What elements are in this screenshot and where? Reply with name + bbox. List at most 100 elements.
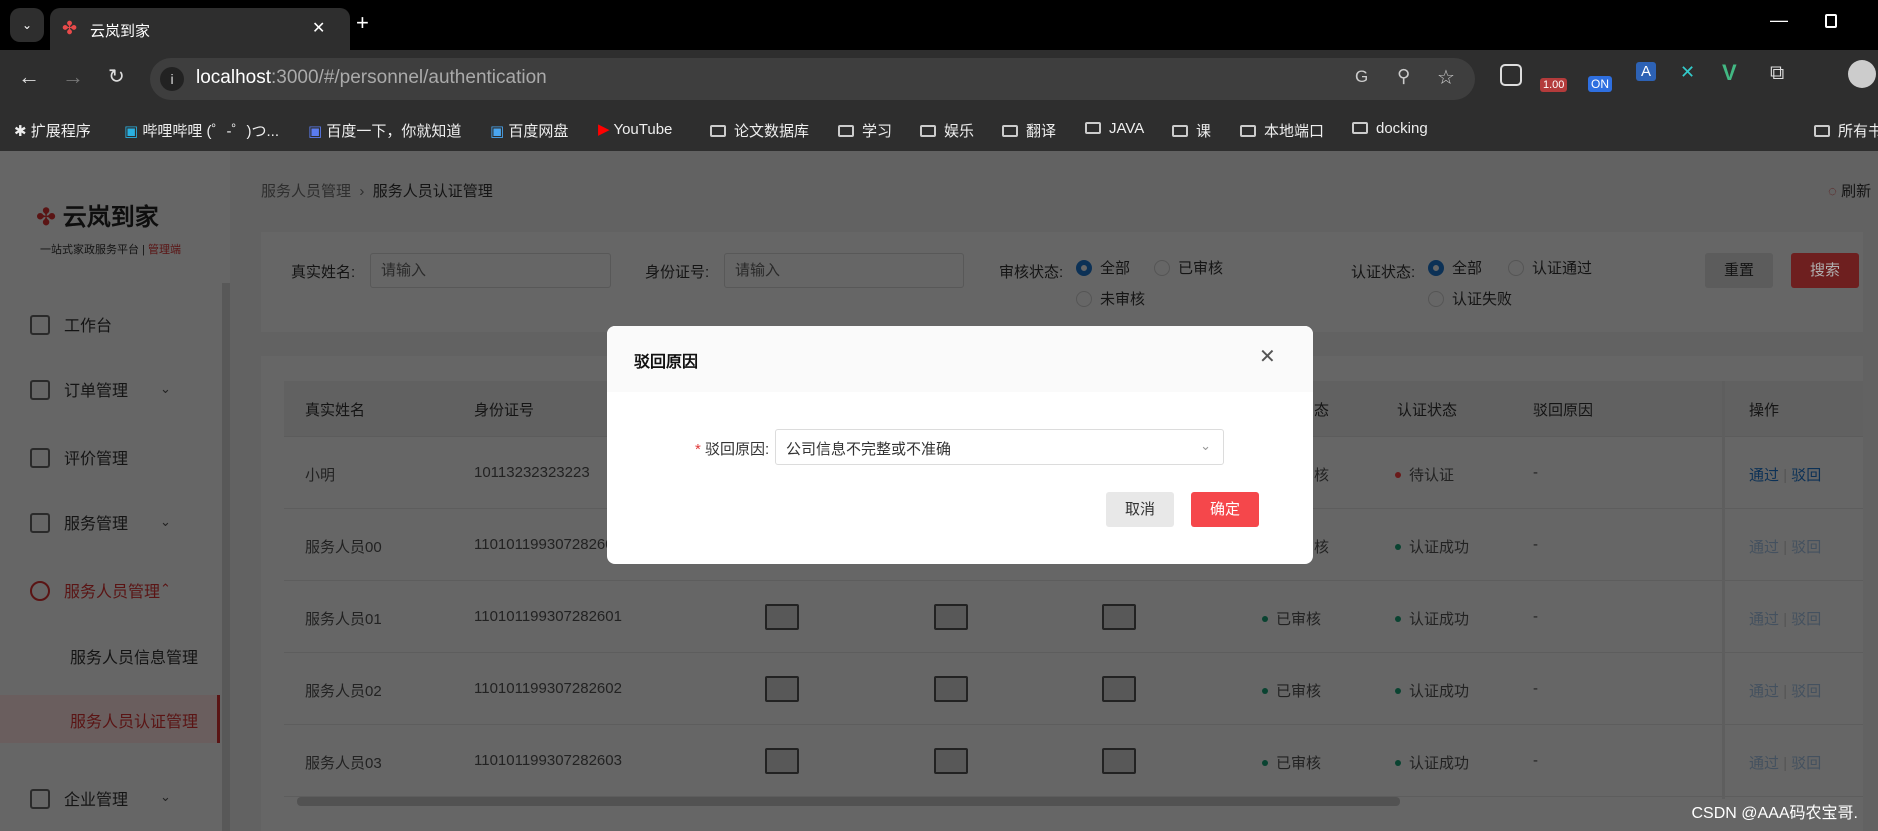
zoom-icon[interactable]: ⚲ xyxy=(1397,66,1410,87)
id-card-thumbnail[interactable] xyxy=(1102,604,1136,630)
sidebar-item-enterprise[interactable]: 企业管理 xyxy=(30,786,128,810)
bookmark-folder[interactable]: JAVA xyxy=(1085,120,1144,137)
breadcrumb-parent[interactable]: 服务人员管理 xyxy=(261,183,351,200)
audit-radio-all[interactable]: 全部 xyxy=(1076,257,1130,278)
reset-button[interactable]: 重置 xyxy=(1705,253,1773,288)
cert-radio-failed[interactable]: 认证失败 xyxy=(1428,288,1512,309)
bookmark-folder[interactable]: 论文数据库 xyxy=(710,120,809,141)
id-card-thumbnail[interactable] xyxy=(934,676,968,702)
cell-cert-status: 认证成功 xyxy=(1395,608,1469,629)
close-tab-icon[interactable]: ✕ xyxy=(312,18,325,38)
address-bar[interactable]: i localhost:3000/#/personnel/authenticat… xyxy=(150,58,1475,100)
id-filter-input[interactable] xyxy=(724,253,964,288)
ext-badge-on[interactable]: ON xyxy=(1588,76,1612,92)
browser-tab[interactable]: ✤ 云岚到家 ✕ xyxy=(50,8,350,50)
audit-radio-audited[interactable]: 已审核 xyxy=(1154,257,1223,278)
cancel-button[interactable]: 取消 xyxy=(1106,492,1174,527)
vue-devtools-icon[interactable]: V xyxy=(1722,60,1737,86)
url-text: localhost:3000/#/personnel/authenticatio… xyxy=(196,67,547,89)
id-card-thumbnail[interactable] xyxy=(1102,748,1136,774)
ext-icon-1[interactable] xyxy=(1500,64,1522,86)
sidebar-subitem-personnel-auth[interactable]: 服务人员认证管理 xyxy=(70,708,198,732)
translate-ext-icon[interactable]: A xyxy=(1636,62,1657,81)
reject-reason-select[interactable]: 公司信息不完整或不准确 ⌄ xyxy=(775,429,1224,465)
bookmark-folder[interactable]: 课 xyxy=(1172,120,1211,141)
minimize-icon[interactable]: — xyxy=(1770,10,1788,31)
bookmark-folder[interactable]: docking xyxy=(1352,120,1428,137)
pass-link[interactable]: 通过 xyxy=(1749,539,1779,556)
fixed-column-shadow xyxy=(1722,381,1725,799)
sidebar-item-services[interactable]: 服务管理 xyxy=(30,510,128,534)
name-filter-input[interactable] xyxy=(370,253,611,288)
reject-link[interactable]: 驳回 xyxy=(1791,755,1821,772)
id-card-thumbnail[interactable] xyxy=(934,604,968,630)
monitor-chart-icon xyxy=(30,315,50,335)
sidebar-item-personnel[interactable]: 服务人员管理 xyxy=(30,578,160,602)
sidebar-item-reviews[interactable]: 评价管理 xyxy=(30,445,128,469)
pass-link[interactable]: 通过 xyxy=(1749,467,1779,484)
pass-link[interactable]: 通过 xyxy=(1749,611,1779,628)
id-card-thumbnail[interactable] xyxy=(765,604,799,630)
cell-name: 服务人员02 xyxy=(305,683,382,700)
bookmark-star-icon[interactable]: ☆ xyxy=(1437,65,1455,90)
select-value: 公司信息不完整或不准确 xyxy=(786,441,952,458)
extensions-icon[interactable]: ⧉ xyxy=(1770,62,1784,85)
ext-icon-cyan[interactable]: ✕ xyxy=(1680,62,1695,83)
sidebar: ✤ 云岚到家 一站式家政服务平台 | 管理端 工作台 订单管理 ⌄ 评价管理 服… xyxy=(0,151,230,831)
reject-link[interactable]: 驳回 xyxy=(1791,539,1821,556)
translate-icon[interactable]: G xyxy=(1355,67,1368,87)
cert-status-label: 认证状态: xyxy=(1351,264,1416,281)
back-icon[interactable]: ← xyxy=(18,64,40,90)
site-info-icon[interactable]: i xyxy=(160,67,184,91)
id-card-thumbnail[interactable] xyxy=(934,748,968,774)
all-bookmarks[interactable]: 所有书签 xyxy=(1814,120,1878,141)
reject-link[interactable]: 驳回 xyxy=(1791,467,1821,484)
cell-name: 服务人员00 xyxy=(305,539,382,556)
id-card-thumbnail[interactable] xyxy=(1102,676,1136,702)
confirm-button[interactable]: 确定 xyxy=(1191,492,1259,527)
chevron-down-icon[interactable]: ⌄ xyxy=(160,514,171,530)
bookmark-folder[interactable]: 学习 xyxy=(838,120,892,141)
id-card-thumbnail[interactable] xyxy=(765,748,799,774)
bookmark-baidu[interactable]: ▣ 百度一下，你就知道 xyxy=(308,120,461,141)
cell-ops: 通过 | 驳回 xyxy=(1749,467,1822,484)
close-icon[interactable]: ✕ xyxy=(1259,344,1276,369)
dialog-title: 驳回原因 xyxy=(634,354,699,371)
reject-link[interactable]: 驳回 xyxy=(1791,611,1821,628)
forward-icon[interactable]: → xyxy=(62,64,84,90)
restore-icon[interactable] xyxy=(1825,14,1837,28)
audit-radio-unaudited[interactable]: 未审核 xyxy=(1076,288,1145,309)
profile-avatar[interactable] xyxy=(1848,60,1876,88)
bookmark-folder[interactable]: 本地端口 xyxy=(1240,120,1324,141)
column-header-id: 身份证号 xyxy=(474,402,535,419)
search-button[interactable]: 搜索 xyxy=(1791,253,1859,288)
ext-badge-speed[interactable]: 1.00 xyxy=(1540,78,1568,92)
bookmark-bilibili[interactable]: ▣ 哔哩哔哩 (゜-゜)つ... xyxy=(124,120,279,141)
bookmark-folder[interactable]: 翻译 xyxy=(1002,120,1056,141)
bookmark-youtube[interactable]: ▶ YouTube xyxy=(598,120,672,138)
sidebar-subitem-personnel-info[interactable]: 服务人员信息管理 xyxy=(70,644,198,668)
cert-radio-passed[interactable]: 认证通过 xyxy=(1508,257,1592,278)
reload-icon[interactable]: ↻ xyxy=(108,64,125,89)
cert-radio-all[interactable]: 全部 xyxy=(1428,257,1482,278)
chevron-down-icon[interactable]: ⌄ xyxy=(160,789,171,805)
bookmark-folder[interactable]: 娱乐 xyxy=(920,120,974,141)
tab-list-button[interactable]: ⌄ xyxy=(10,8,44,42)
bookmark-baidu-pan[interactable]: ▣ 百度网盘 xyxy=(490,120,568,141)
column-header-reason: 驳回原因 xyxy=(1533,402,1594,419)
sidebar-scrollbar[interactable] xyxy=(222,283,230,831)
horizontal-scrollbar[interactable] xyxy=(297,797,1400,806)
pass-link[interactable]: 通过 xyxy=(1749,755,1779,772)
pass-link[interactable]: 通过 xyxy=(1749,683,1779,700)
reject-link[interactable]: 驳回 xyxy=(1791,683,1821,700)
chevron-down-icon[interactable]: ⌄ xyxy=(160,381,171,397)
refresh-button[interactable]: ◌ 刷新 xyxy=(1828,180,1871,201)
new-tab-icon[interactable]: + xyxy=(356,10,369,36)
sidebar-item-workbench[interactable]: 工作台 xyxy=(30,312,112,336)
id-card-thumbnail[interactable] xyxy=(765,676,799,702)
sidebar-item-orders[interactable]: 订单管理 xyxy=(30,377,128,401)
cell-ops: 通过 | 驳回 xyxy=(1749,683,1822,700)
bookmark-extensions[interactable]: ✱ 扩展程序 xyxy=(14,120,91,141)
chevron-up-icon[interactable]: ⌃ xyxy=(160,581,171,597)
reject-reason-label: * 驳回原因: xyxy=(695,441,770,458)
